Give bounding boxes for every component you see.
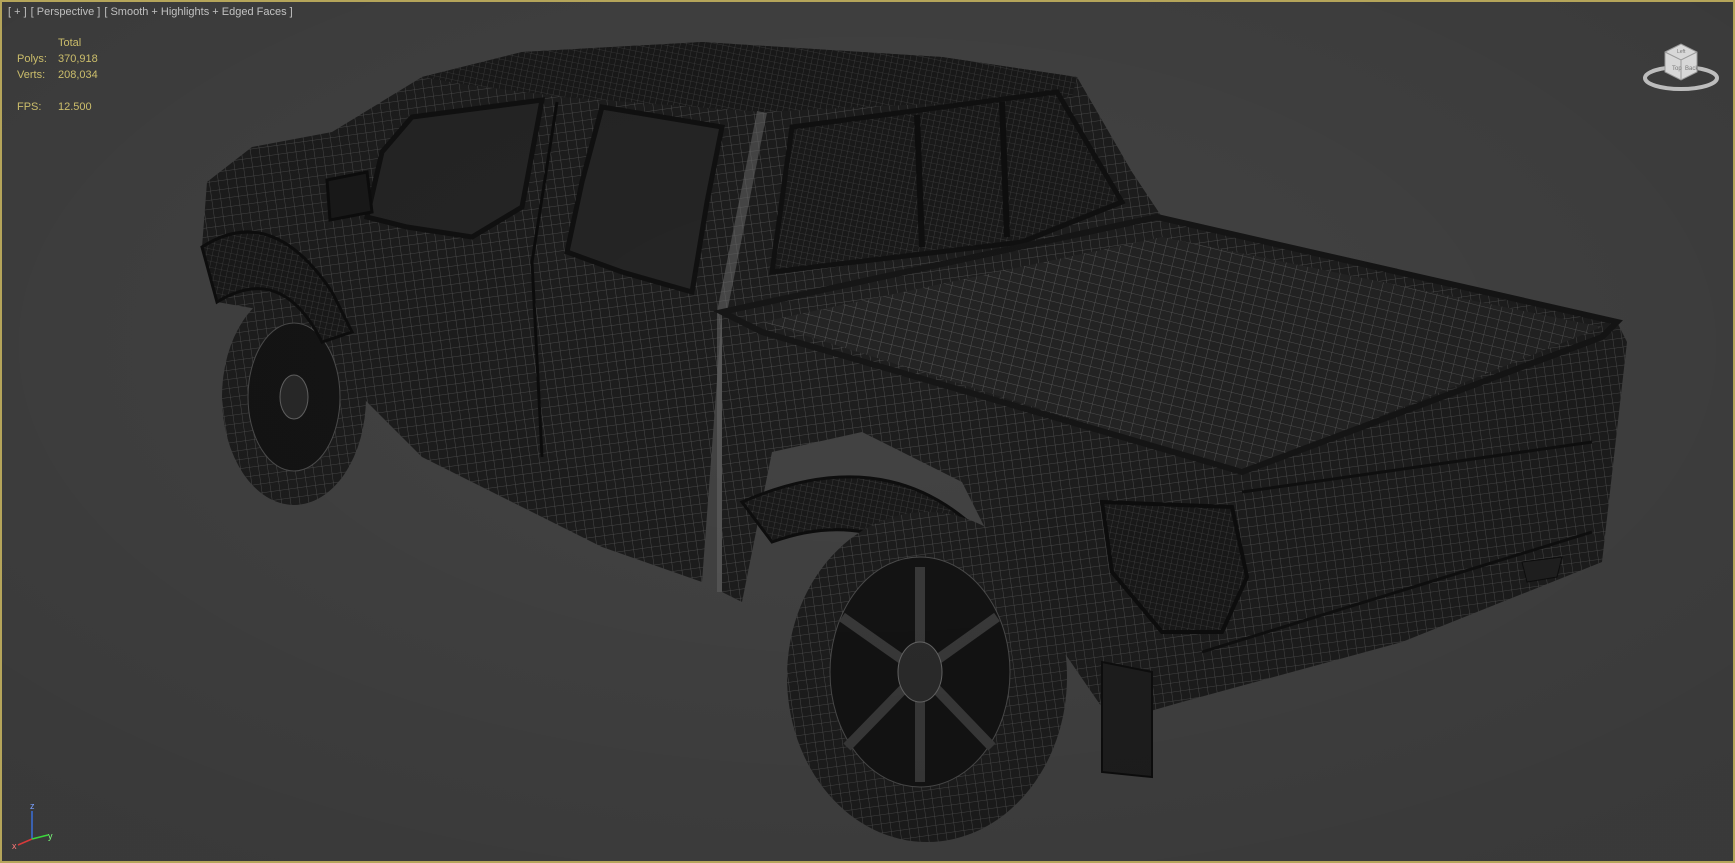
viewcube-face-top[interactable]: Left: [1677, 49, 1686, 55]
axis-tripod: z x y: [12, 801, 53, 851]
truck-model-render[interactable]: [2, 2, 1733, 861]
axis-y-label: y: [48, 831, 53, 841]
viewcube-face-left[interactable]: Top: [1672, 66, 1682, 72]
rear-wheel: [787, 512, 1067, 842]
axis-x-label: x: [12, 841, 17, 851]
axis-z-label: z: [30, 801, 35, 811]
perspective-viewport[interactable]: [ + ] [ Perspective ] [ Smooth + Highlig…: [0, 0, 1735, 863]
viewcube-face-right[interactable]: Back: [1685, 66, 1699, 72]
viewcube-navigator[interactable]: Top Back Left: [1641, 38, 1721, 94]
